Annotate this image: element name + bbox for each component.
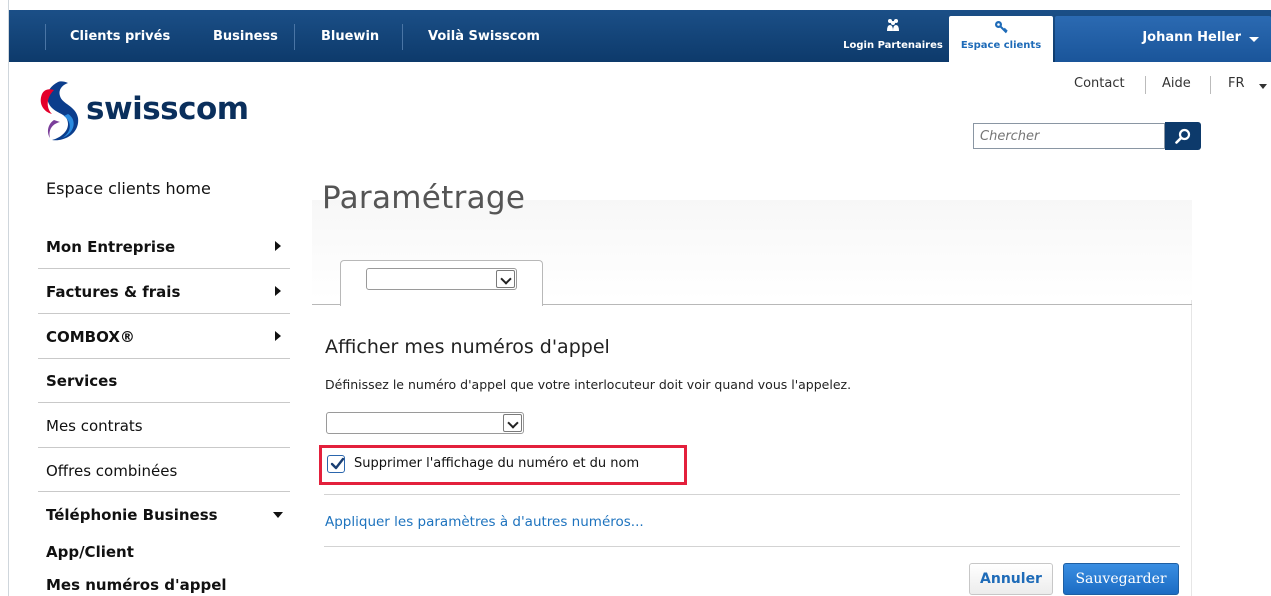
search-input[interactable] xyxy=(973,123,1165,149)
chevron-down-icon xyxy=(503,414,522,432)
sidebar-item-label: Téléphonie Business xyxy=(46,505,218,524)
sidebar-item-label: Mon Entreprise xyxy=(46,237,176,256)
page-title: Paramétrage xyxy=(322,180,526,216)
sidebar-item-mon-entreprise[interactable]: Mon Entreprise xyxy=(46,224,288,269)
chevron-down-icon xyxy=(496,270,515,288)
login-partners-link[interactable]: Login Partenaires xyxy=(841,10,945,62)
sidebar-item-label: Offres combinées xyxy=(46,461,178,480)
chevron-down-icon xyxy=(1249,37,1259,42)
nav-divider xyxy=(402,24,403,50)
suppress-checkbox-label[interactable]: Supprimer l'affichage du numéro et du no… xyxy=(354,456,639,471)
util-divider xyxy=(1210,76,1211,94)
sidebar-subitem-app-client[interactable]: App/Client xyxy=(46,543,134,561)
language-selector[interactable]: FR xyxy=(1228,76,1245,91)
logo-text: swisscom xyxy=(86,91,249,127)
page-left-border xyxy=(8,0,9,596)
nav-divider xyxy=(294,24,295,50)
section-divider xyxy=(324,494,1180,495)
help-link[interactable]: Aide xyxy=(1162,76,1191,91)
nav-divider xyxy=(45,24,46,50)
cancel-button[interactable]: Annuler xyxy=(969,563,1053,595)
sidebar-item-label: Mes contrats xyxy=(46,416,143,435)
tab-active[interactable] xyxy=(340,260,543,306)
key-icon xyxy=(995,21,1008,34)
util-divider xyxy=(1145,76,1146,94)
sidebar-item-telephonie-business[interactable]: Téléphonie Business xyxy=(46,492,288,537)
nav-voila-swisscom[interactable]: Voilà Swisscom xyxy=(428,10,540,62)
chevron-down-icon xyxy=(273,512,283,518)
user-menu[interactable]: Johann Heller xyxy=(1055,16,1271,62)
partners-icon xyxy=(887,19,899,31)
login-partners-label: Login Partenaires xyxy=(843,40,943,51)
nav-business[interactable]: Business xyxy=(213,10,278,62)
chevron-right-icon xyxy=(275,331,281,341)
chevron-right-icon xyxy=(275,286,281,296)
chevron-right-icon xyxy=(275,241,281,251)
sidebar-home-link[interactable]: Espace clients home xyxy=(46,179,211,198)
sidebar-item-label: COMBOX® xyxy=(46,327,135,346)
customer-area-label: Espace clients xyxy=(960,40,1042,51)
save-button[interactable]: Sauvegarder xyxy=(1063,563,1179,595)
sidebar-item-offres-combinees[interactable]: Offres combinées xyxy=(46,448,288,493)
chevron-down-icon xyxy=(1259,84,1267,89)
apply-to-other-numbers-link[interactable]: Appliquer les paramètres à d'autres numé… xyxy=(325,514,644,530)
search-icon xyxy=(1175,128,1191,144)
tab-select[interactable] xyxy=(366,268,517,290)
contact-link[interactable]: Contact xyxy=(1074,76,1125,91)
top-nav: Clients privés Business Bluewin Voilà Sw… xyxy=(9,10,1271,62)
sidebar-subitem-mes-numeros[interactable]: Mes numéros d'appel xyxy=(46,576,227,594)
swisscom-logo-icon xyxy=(40,81,79,141)
swisscom-logo[interactable]: swisscom xyxy=(38,76,268,146)
sidebar-item-label: Services xyxy=(46,371,118,390)
sidebar-item-services[interactable]: Services xyxy=(46,358,288,403)
search-button[interactable] xyxy=(1165,122,1201,150)
checkmark-icon xyxy=(330,457,345,470)
section-title: Afficher mes numéros d'appel xyxy=(325,336,610,358)
section-description: Définissez le numéro d'appel que votre i… xyxy=(325,377,852,392)
sidebar-item-label: Factures & frais xyxy=(46,282,181,301)
nav-clients-prives[interactable]: Clients privés xyxy=(70,10,170,62)
page: Clients privés Business Bluewin Voilà Sw… xyxy=(0,0,1271,596)
nav-bluewin[interactable]: Bluewin xyxy=(321,10,379,62)
user-name: Johann Heller xyxy=(1142,30,1241,45)
suppress-checkbox[interactable] xyxy=(327,455,345,473)
sidebar-item-combox[interactable]: COMBOX® xyxy=(46,314,288,359)
sidebar-item-mes-contrats[interactable]: Mes contrats xyxy=(46,403,288,448)
customer-area-tab[interactable]: Espace clients xyxy=(949,16,1053,62)
sidebar-item-factures-frais[interactable]: Factures & frais xyxy=(46,269,288,314)
number-select[interactable] xyxy=(326,412,524,434)
section-divider xyxy=(324,546,1180,547)
